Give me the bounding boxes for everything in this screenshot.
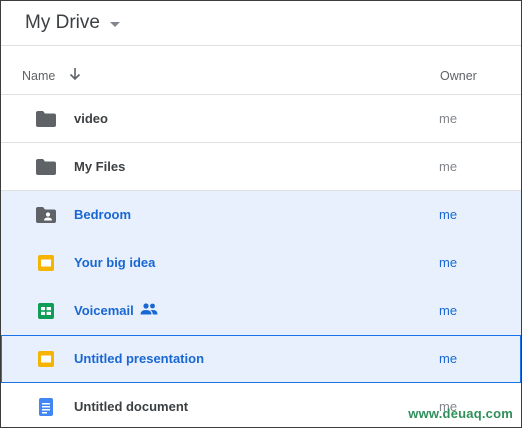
file-row[interactable]: Untitled presentation me — [1, 335, 521, 383]
file-list: video me My Files me Bedroom me Your big… — [1, 95, 521, 427]
file-owner: me — [439, 255, 458, 270]
folder-icon — [35, 157, 57, 177]
file-owner: me — [439, 207, 458, 222]
shared-folder-icon — [35, 205, 57, 225]
file-owner: me — [439, 303, 458, 318]
docs-icon — [35, 397, 57, 417]
file-owner: me — [439, 159, 458, 174]
file-name: Untitled document — [74, 399, 189, 414]
file-row[interactable]: Voicemail me — [1, 287, 521, 335]
file-name: video — [74, 111, 108, 126]
page-title: My Drive — [25, 12, 100, 33]
file-row[interactable]: My Files me — [1, 143, 521, 191]
file-name: Your big idea — [74, 255, 156, 270]
file-row[interactable]: video me — [1, 95, 521, 143]
file-name: Bedroom — [74, 207, 132, 222]
top-bar: My Drive — [1, 1, 521, 46]
name-column-header[interactable]: Name — [22, 69, 55, 83]
file-row[interactable]: Bedroom me — [1, 191, 521, 239]
drive-window: My Drive Name Owner video me My Files me… — [0, 0, 522, 428]
sort-arrow-down-icon[interactable] — [67, 66, 83, 85]
people-shared-icon — [139, 302, 159, 321]
file-name: Untitled presentation — [74, 351, 205, 366]
file-name: My Files — [74, 159, 126, 174]
folder-icon — [35, 109, 57, 129]
caret-down-icon — [109, 21, 120, 27]
slides-icon — [35, 349, 57, 369]
column-header-row: Name Owner — [1, 46, 521, 95]
file-owner: me — [439, 111, 458, 126]
site-watermark: www.deuaq.com — [408, 406, 513, 421]
slides-icon — [35, 253, 57, 273]
file-owner: me — [439, 351, 458, 366]
my-drive-dropdown[interactable]: My Drive — [25, 12, 120, 34]
owner-column-header[interactable]: Owner — [440, 69, 477, 83]
file-name: Voicemail — [74, 303, 134, 318]
file-row[interactable]: Your big idea me — [1, 239, 521, 287]
sheets-icon — [35, 301, 57, 321]
